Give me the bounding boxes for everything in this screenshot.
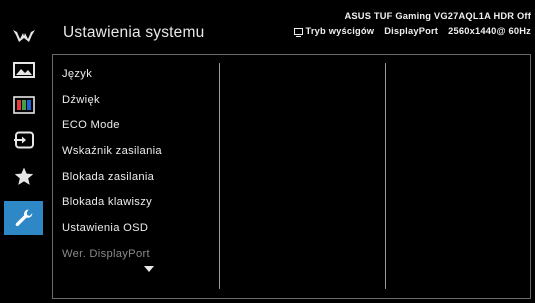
menu-item-power-key-lock[interactable]: Blokada zasilania	[62, 165, 162, 191]
monitor-model-label: ASUS TUF Gaming VG27AQL1A HDR Off	[344, 11, 531, 21]
input-label: DisplayPort	[384, 26, 439, 36]
input-select-icon	[13, 131, 35, 149]
page-title: Ustawienia systemu	[63, 24, 205, 41]
menu-item-displayport-version: Wer. DisplayPort	[62, 247, 150, 260]
star-icon	[14, 167, 34, 186]
menu-item-eco-mode[interactable]: ECO Mode	[62, 113, 162, 139]
sidebar-item-tuf-logo[interactable]	[4, 18, 43, 52]
osd-window: Ustawienia systemu ASUS TUF Gaming VG27A…	[0, 0, 535, 303]
menu-item-sound[interactable]: Dźwięk	[62, 88, 162, 114]
sidebar-item-image[interactable]	[4, 53, 43, 87]
menu-item-power-indicator[interactable]: Wskaźnik zasilania	[62, 139, 162, 165]
settings-menu: Język Dźwięk ECO Mode Wskaźnik zasilania…	[62, 62, 162, 268]
menu-item-osd-setup[interactable]: Ustawienia OSD	[62, 216, 162, 242]
icon-sidebar	[0, 0, 47, 303]
monitor-info: ASUS TUF Gaming VG27AQL1A HDR Off Tryb w…	[293, 9, 532, 39]
wrench-icon	[14, 208, 34, 228]
monitor-icon	[293, 28, 303, 37]
mode-label: Tryb wyścigów	[305, 26, 375, 36]
sidebar-item-favorites[interactable]	[4, 159, 43, 193]
sidebar-item-system-setup[interactable]	[4, 201, 43, 235]
sidebar-item-input[interactable]	[4, 123, 43, 157]
column-divider-2	[385, 63, 386, 289]
scroll-down-arrow-icon[interactable]	[144, 266, 154, 272]
image-icon	[12, 62, 35, 78]
resolution-label: 2560x1440@ 60Hz	[448, 26, 531, 36]
menu-item-language[interactable]: Język	[62, 62, 162, 88]
monitor-status-row: Tryb wyścigów DisplayPort 2560x1440@ 60H…	[293, 24, 532, 39]
tuf-gaming-logo-icon	[12, 27, 36, 43]
column-divider-1	[219, 63, 220, 289]
color-bars-icon	[12, 96, 35, 114]
sidebar-item-color[interactable]	[4, 88, 43, 122]
menu-item-key-lock[interactable]: Blokada klawiszy	[62, 190, 162, 216]
